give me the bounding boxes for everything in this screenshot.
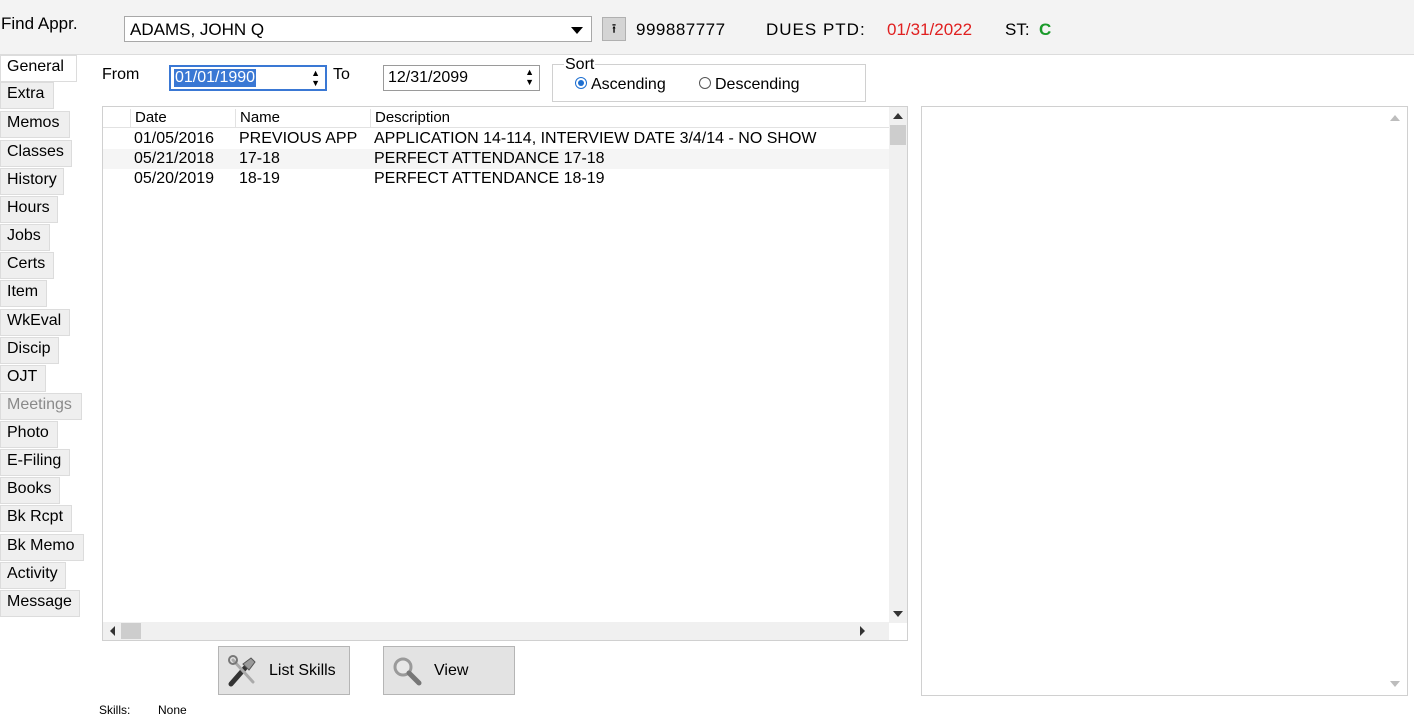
upload-arrow-icon: ⭱ xyxy=(611,21,617,36)
column-header-name[interactable]: Name xyxy=(235,109,370,127)
row-name: PREVIOUS APP xyxy=(239,130,358,147)
skills-value: None xyxy=(158,703,187,717)
horizontal-scrollbar[interactable] xyxy=(103,622,889,640)
vertical-scrollbar[interactable] xyxy=(889,107,907,623)
tab-extra[interactable]: Extra xyxy=(0,82,54,109)
view-button[interactable]: View xyxy=(383,646,515,695)
scroll-right-icon[interactable] xyxy=(860,626,865,636)
to-date-value: 12/31/2099 xyxy=(388,69,469,86)
tab-bk-rcpt[interactable]: Bk Rcpt xyxy=(0,505,72,532)
row-description: PERFECT ATTENDANCE 18-19 xyxy=(374,170,605,187)
list-skills-button[interactable]: List Skills xyxy=(218,646,350,695)
scroll-up-icon[interactable] xyxy=(1390,115,1400,121)
scroll-down-icon[interactable] xyxy=(1390,681,1400,687)
row-date: 01/05/2016 xyxy=(134,130,215,147)
to-date-input[interactable]: 12/31/2099 ▲ ▼ xyxy=(383,65,540,91)
table-row[interactable]: 01/05/2016 PREVIOUS APP APPLICATION 14-1… xyxy=(103,129,889,149)
tab-bk-memo[interactable]: Bk Memo xyxy=(0,534,84,561)
tab-item[interactable]: Item xyxy=(0,280,47,307)
list-skills-label: List Skills xyxy=(269,662,336,679)
scroll-thumb[interactable] xyxy=(121,623,141,639)
column-header-date[interactable]: Date xyxy=(130,109,235,127)
row-date: 05/21/2018 xyxy=(134,150,215,167)
status-value: C xyxy=(1039,20,1052,39)
member-id: 999887777 xyxy=(636,20,726,39)
date-spinner-icon[interactable]: ▲ ▼ xyxy=(525,67,534,87)
row-date: 05/20/2019 xyxy=(134,170,215,187)
row-name: 17-18 xyxy=(239,150,280,167)
ascending-radio[interactable] xyxy=(575,77,587,89)
tab-e-filing[interactable]: E-Filing xyxy=(0,449,70,476)
tab-discip[interactable]: Discip xyxy=(0,337,59,364)
detail-text-pane[interactable] xyxy=(921,106,1408,696)
row-description: APPLICATION 14-114, INTERVIEW DATE 3/4/1… xyxy=(374,130,817,147)
scroll-up-icon[interactable] xyxy=(893,113,903,119)
from-date-value: 01/01/1990 xyxy=(174,69,257,87)
tab-message[interactable]: Message xyxy=(0,590,80,617)
tab-jobs[interactable]: Jobs xyxy=(0,224,50,251)
tools-icon xyxy=(228,655,256,687)
tab-history[interactable]: History xyxy=(0,168,64,195)
dues-date: 01/31/2022 xyxy=(887,20,973,39)
member-name-value: ADAMS, JOHN Q xyxy=(130,20,265,39)
tab-books[interactable]: Books xyxy=(0,477,60,504)
date-spinner-icon[interactable]: ▲ ▼ xyxy=(311,68,320,88)
history-list[interactable]: Date Name Description 01/05/2016 PREVIOU… xyxy=(102,106,908,641)
dues-label: DUES PTD: xyxy=(766,20,866,39)
from-date-input[interactable]: 01/01/1990 ▲ ▼ xyxy=(169,65,327,91)
row-description: PERFECT ATTENDANCE 17-18 xyxy=(374,150,605,167)
chevron-down-icon[interactable] xyxy=(571,27,583,34)
magnifier-icon xyxy=(393,657,422,686)
tab-certs[interactable]: Certs xyxy=(0,252,54,279)
table-row[interactable]: 05/20/2019 18-19 PERFECT ATTENDANCE 18-1… xyxy=(103,169,889,189)
table-row[interactable]: 05/21/2018 17-18 PERFECT ATTENDANCE 17-1… xyxy=(103,149,889,169)
skills-label: Skills: xyxy=(99,703,131,717)
tab-general[interactable]: General xyxy=(0,55,77,82)
tab-activity[interactable]: Activity xyxy=(0,562,66,589)
list-header: Date Name Description xyxy=(103,107,889,128)
tab-meetings[interactable]: Meetings xyxy=(0,393,82,420)
scroll-left-icon[interactable] xyxy=(110,626,115,636)
view-label: View xyxy=(434,662,469,679)
tab-classes[interactable]: Classes xyxy=(0,140,72,167)
scroll-down-icon[interactable] xyxy=(893,611,903,617)
member-name-combobox[interactable]: ADAMS, JOHN Q xyxy=(124,16,592,42)
find-label: Find Appr. xyxy=(1,14,78,33)
ascending-label[interactable]: Ascending xyxy=(591,76,666,94)
upload-button[interactable]: ⭱ xyxy=(602,17,626,41)
column-header-description[interactable]: Description xyxy=(370,109,889,127)
scroll-thumb[interactable] xyxy=(890,125,906,145)
row-name: 18-19 xyxy=(239,170,280,187)
tab-wkeval[interactable]: WkEval xyxy=(0,309,70,336)
tab-photo[interactable]: Photo xyxy=(0,421,58,448)
descending-radio[interactable] xyxy=(699,77,711,89)
to-label: To xyxy=(333,66,350,83)
from-label: From xyxy=(102,66,140,83)
descending-label[interactable]: Descending xyxy=(715,76,800,94)
sort-label: Sort xyxy=(564,56,596,74)
tab-memos[interactable]: Memos xyxy=(0,111,70,138)
tab-ojt[interactable]: OJT xyxy=(0,365,46,392)
status-label: ST: xyxy=(1005,20,1030,39)
tab-hours[interactable]: Hours xyxy=(0,196,58,223)
